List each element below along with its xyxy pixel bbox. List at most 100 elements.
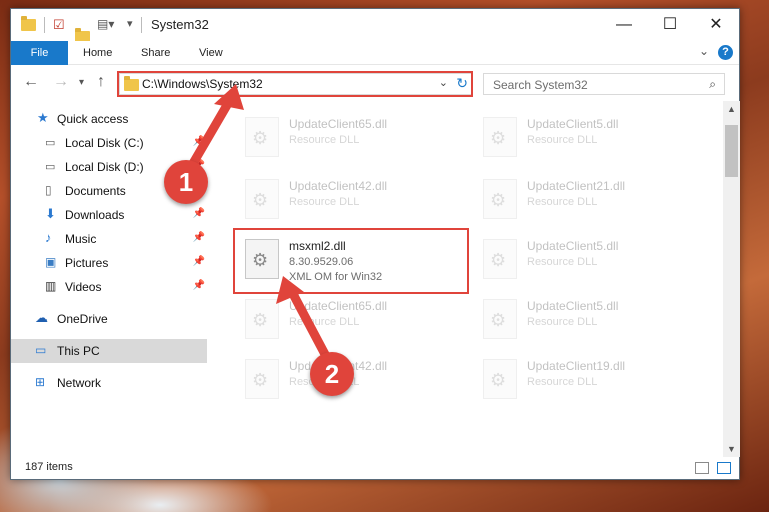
sidebar-item-label: OneDrive [57, 312, 108, 326]
properties-icon[interactable]: ☑ [53, 17, 65, 33]
sidebar-item-network[interactable]: ⊞ Network [11, 371, 207, 395]
item-count: 187 items [25, 461, 73, 473]
sidebar-item-pictures[interactable]: ▣ Pictures 📌 [11, 251, 207, 275]
file-name: UpdateClient65.dll [289, 299, 388, 313]
cloud-icon: ☁ [35, 310, 48, 325]
sidebar-item-downloads[interactable]: ⬇ Downloads 📌 [11, 203, 207, 227]
back-button[interactable]: ← [23, 73, 39, 91]
network-icon: ⊞ [35, 375, 46, 389]
maximize-button[interactable]: ☐ [647, 9, 693, 41]
dll-file-icon [483, 359, 517, 399]
file-name: UpdateClient65.dll [289, 117, 388, 131]
sidebar-item-quick-access[interactable]: ★ Quick access [11, 107, 207, 131]
sidebar-item-label: This PC [57, 344, 100, 358]
list-item[interactable]: UpdateClient19.dll Resource DLL [465, 351, 695, 403]
recent-locations-button[interactable]: ▾ [79, 77, 84, 88]
file-description: Resource DLL [289, 196, 360, 208]
sidebar-item-label: Network [57, 376, 102, 390]
divider [141, 17, 142, 33]
sidebar-item-this-pc[interactable]: ▭ This PC [11, 339, 207, 363]
step-1-marker: 1 [164, 160, 208, 204]
file-name: UpdateClient42.dll [289, 179, 388, 193]
explorer-window: ☑ ▤▾ ▾ System32 — ☐ ✕ File Home Share Vi… [10, 8, 740, 480]
search-placeholder: Search System32 [493, 78, 588, 92]
list-item[interactable]: UpdateClient5.dll Resource DLL [465, 291, 695, 343]
divider [44, 17, 45, 33]
help-icon[interactable]: ? [718, 45, 733, 60]
file-name: UpdateClient21.dll [527, 179, 626, 193]
search-icon: ⌕ [709, 77, 716, 91]
file-description: Resource DLL [527, 316, 598, 328]
pin-icon[interactable]: 📌 [193, 208, 205, 219]
close-button[interactable]: ✕ [693, 9, 739, 41]
list-item[interactable]: UpdateClient65.dll Resource DLL [227, 109, 457, 161]
list-item[interactable]: UpdateClient5.dll Resource DLL [465, 231, 695, 283]
scroll-up-icon[interactable]: ▲ [723, 101, 740, 117]
sidebar-item-label: Local Disk (C:) [65, 136, 144, 150]
sidebar-item-local-disk-c[interactable]: ▭ Local Disk (C:) 📌 [11, 131, 207, 155]
sidebar-item-label: Quick access [57, 112, 129, 126]
file-name: UpdateClient19.dll [527, 359, 626, 373]
navigation-pane: ★ Quick access ▭ Local Disk (C:) 📌 ▭ Loc… [11, 101, 207, 457]
tab-share[interactable]: Share [129, 41, 182, 65]
file-highlight-box [233, 228, 469, 294]
sidebar-item-label: Pictures [65, 256, 109, 270]
title-bar: ☑ ▤▾ ▾ System32 — ☐ ✕ [11, 9, 739, 43]
status-bar: 187 items [11, 457, 739, 479]
pin-icon[interactable]: 📌 [193, 136, 205, 147]
tab-file[interactable]: File [11, 41, 68, 65]
pin-icon[interactable]: 📌 [193, 232, 205, 243]
sidebar-item-label: Music [65, 232, 97, 246]
details-view-icon[interactable] [695, 462, 709, 474]
dll-file-icon [483, 179, 517, 219]
list-item[interactable]: UpdateClient42.dll Resource DLL [227, 171, 457, 223]
sidebar-item-videos[interactable]: ▥ Videos 📌 [11, 275, 207, 299]
tab-view[interactable]: View [187, 41, 235, 65]
window-title: System32 [151, 17, 209, 32]
dll-file-icon [245, 359, 279, 399]
up-button[interactable]: ↑ [97, 73, 105, 91]
list-item[interactable]: UpdateClient21.dll Resource DLL [465, 171, 695, 223]
scroll-down-icon[interactable]: ▼ [723, 441, 740, 457]
file-description: Resource DLL [289, 134, 360, 146]
file-description: Resource DLL [527, 134, 598, 146]
document-icon: ▯ [45, 183, 52, 197]
file-description: Resource DLL [527, 196, 598, 208]
sidebar-item-onedrive[interactable]: ☁ OneDrive [11, 307, 207, 331]
vertical-scrollbar[interactable]: ▲ ▼ [723, 101, 740, 457]
folder-icon [21, 16, 36, 31]
file-description: Resource DLL [289, 316, 360, 328]
scroll-thumb[interactable] [725, 125, 738, 177]
file-name: UpdateClient5.dll [527, 299, 619, 313]
customize-toolbar-icon[interactable]: ▤▾ [97, 17, 114, 33]
download-icon: ⬇ [45, 206, 56, 221]
forward-button[interactable]: → [53, 73, 69, 91]
ribbon-tabs: File Home Share View ⌄ ? [11, 41, 739, 65]
dll-file-icon [483, 117, 517, 157]
dll-file-icon [245, 179, 279, 219]
video-icon: ▥ [45, 279, 57, 293]
star-icon: ★ [37, 110, 49, 125]
pin-icon[interactable]: 📌 [193, 280, 205, 291]
dll-file-icon [483, 239, 517, 279]
address-highlight-box [117, 71, 473, 97]
sidebar-item-label: Videos [65, 280, 102, 294]
file-description: Resource DLL [527, 376, 598, 388]
dll-file-icon [245, 299, 279, 339]
list-item[interactable]: UpdateClient5.dll Resource DLL [465, 109, 695, 161]
chevron-down-icon[interactable]: ⌄ [699, 44, 709, 58]
search-input[interactable]: Search System32 ⌕ [483, 73, 725, 95]
file-description: Resource DLL [527, 256, 598, 268]
file-name: UpdateClient5.dll [527, 117, 619, 131]
minimize-button[interactable]: — [601, 9, 647, 41]
qat-dropdown-icon[interactable]: ▾ [127, 17, 133, 33]
tab-home[interactable]: Home [71, 41, 124, 65]
address-row: ← → ▾ ↑ C:\Windows\System32 ⌄ ↻ Search S… [11, 65, 739, 101]
pin-icon[interactable]: 📌 [193, 256, 205, 267]
computer-icon: ▭ [35, 343, 47, 357]
list-item[interactable]: UpdateClient65.dll Resource DLL [227, 291, 457, 343]
large-icons-view-icon[interactable] [717, 462, 731, 474]
music-icon: ♪ [45, 230, 52, 245]
sidebar-item-music[interactable]: ♪ Music 📌 [11, 227, 207, 251]
step-2-marker: 2 [310, 352, 354, 396]
